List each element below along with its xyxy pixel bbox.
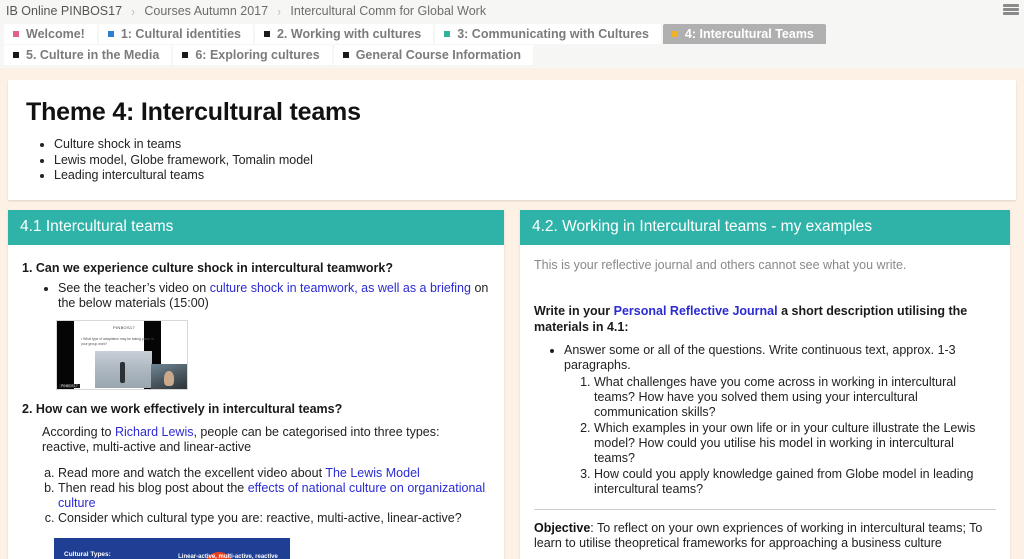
tab-working-with-cultures[interactable]: 2. Working with cultures xyxy=(254,24,434,44)
tab-communicating-with-cultures[interactable]: 3: Communicating with Cultures xyxy=(435,24,661,44)
list-item: Answer some or all of the questions. Wri… xyxy=(564,343,996,497)
list-item: Culture shock in teams xyxy=(54,137,1000,153)
section-divider xyxy=(534,508,996,510)
breadcrumb-item-root[interactable]: IB Online PINBOS17 xyxy=(6,4,122,18)
panel-4-2-header: 4.2. Working in Intercultural teams - my… xyxy=(520,209,1010,245)
video-thumbnail[interactable]: PINBOS17 • What type of adaptation may b… xyxy=(56,319,188,390)
link-personal-reflective-journal[interactable]: Personal Reflective Journal xyxy=(614,304,778,318)
bullet-text-pre: See the teacher’s video on xyxy=(58,280,210,295)
question-2-title: 2. How can we work effectively in interc… xyxy=(22,401,343,416)
list-item: Leading intercultural teams xyxy=(54,168,1000,184)
privacy-note: This is your reflective journal and othe… xyxy=(534,257,907,272)
tab-bullet-icon xyxy=(671,31,678,37)
hamburger-bar xyxy=(1003,12,1019,15)
link-the-lewis-model[interactable]: The Lewis Model xyxy=(325,466,420,480)
tab-bullet-icon xyxy=(13,31,19,37)
list-item: Then read his blog post about the effect… xyxy=(58,481,490,511)
list-item: How could you apply knowledge gained fro… xyxy=(594,467,996,497)
list-item: See the teacher’s video on culture shock… xyxy=(58,281,490,311)
lewis-model-image-wrapper[interactable]: Cultural Types: The Lewis Model Hispanic… xyxy=(54,537,490,559)
tab-label: 1: Cultural identities xyxy=(120,27,241,41)
two-column-region: 4.1 Intercultural teams 1. Can we experi… xyxy=(8,209,1016,559)
breadcrumb-bar: IB Online PINBOS17 › Courses Autumn 2017… xyxy=(0,0,1024,22)
tab-culture-in-the-media[interactable]: 5. Culture in the Media xyxy=(4,45,172,65)
breadcrumb-separator-icon: › xyxy=(131,3,135,19)
question-1-title: 1. Can we experience culture shock in in… xyxy=(22,260,393,275)
breadcrumb-item-courses[interactable]: Courses Autumn 2017 xyxy=(144,4,268,18)
tab-label: 4: Intercultural Teams xyxy=(684,27,814,41)
journal-instruction-list: Answer some or all of the questions. Wri… xyxy=(534,343,996,497)
panel-4-1-body: 1. Can we experience culture shock in in… xyxy=(8,245,504,559)
thumbnail-footer-label: PINBOS17 xyxy=(59,383,80,388)
video-thumbnail-wrapper[interactable]: PINBOS17 • What type of adaptation may b… xyxy=(56,319,490,390)
thumbnail-webcam-overlay xyxy=(151,363,187,389)
link-culture-shock-in-teamwork[interactable]: culture shock in teamwork, as well as a … xyxy=(210,281,471,295)
tab-label: 6: Exploring cultures xyxy=(195,48,320,62)
tab-label: 2. Working with cultures xyxy=(276,27,422,41)
breadcrumb-separator-icon: › xyxy=(277,3,281,19)
link-richard-lewis[interactable]: Richard Lewis xyxy=(115,425,194,439)
tab-label: 3: Communicating with Cultures xyxy=(457,27,649,41)
tab-bullet-icon xyxy=(342,52,349,58)
panel-4-2-body: This is your reflective journal and othe… xyxy=(520,245,1010,559)
list-item: Lewis model, Globe framework, Tomalin mo… xyxy=(54,153,1000,169)
tab-bullet-icon xyxy=(444,31,451,37)
thumbnail-letterbox-left xyxy=(57,320,74,389)
theme-banner-card: Theme 4: Intercultural teams Culture sho… xyxy=(8,80,1016,200)
tab-exploring-cultures[interactable]: 6: Exploring cultures xyxy=(173,45,332,65)
intro-text-pre: Write in your xyxy=(534,303,614,318)
panel-4-2: 4.2. Working in Intercultural teams - my… xyxy=(520,209,1010,559)
theme-bullet-list: Culture shock in teams Lewis model, Glob… xyxy=(28,137,1000,184)
list-item: Which examples in your own life or in yo… xyxy=(594,421,996,466)
tab-bullet-icon xyxy=(263,31,270,37)
paragraph-text-pre: According to xyxy=(42,424,115,439)
step-text-pre: Consider which cultural type you are: re… xyxy=(58,510,462,525)
tab-label: Welcome! xyxy=(26,27,85,41)
panel-4-1: 4.1 Intercultural teams 1. Can we experi… xyxy=(8,209,504,559)
hamburger-menu-icon[interactable] xyxy=(1003,4,1019,15)
lewis-model-image[interactable]: Cultural Types: The Lewis Model Hispanic… xyxy=(54,537,290,559)
breadcrumb-item-course[interactable]: Intercultural Comm for Global Work xyxy=(290,4,486,18)
thumbnail-slide-photo xyxy=(95,350,152,388)
objective-text: : To reflect on your own expriences of w… xyxy=(534,520,983,551)
tab-bullet-icon xyxy=(182,52,189,58)
objective-label: Objective xyxy=(534,520,591,535)
tab-row-1: Welcome! 1: Cultural identities 2. Worki… xyxy=(4,24,1020,44)
question-2-paragraph: According to Richard Lewis, people can b… xyxy=(42,425,490,456)
step-text-pre: Then read his blog post about the xyxy=(58,480,248,495)
step-text-pre: Read more and watch the excellent video … xyxy=(58,465,326,480)
hamburger-bar xyxy=(1003,8,1019,11)
journal-questions: What challenges have you come across in … xyxy=(564,375,996,497)
list-item: What challenges have you come across in … xyxy=(594,375,996,420)
course-tab-strip: Welcome! 1: Cultural identities 2. Worki… xyxy=(0,22,1024,68)
journal-intro: Write in your Personal Reflective Journa… xyxy=(534,303,996,335)
tab-label: General Course Information xyxy=(355,48,522,62)
tab-row-2: 5. Culture in the Media 6: Exploring cul… xyxy=(4,45,1020,65)
tab-welcome[interactable]: Welcome! xyxy=(4,24,97,44)
page-content: Theme 4: Intercultural teams Culture sho… xyxy=(0,80,1024,559)
tab-bullet-icon xyxy=(13,52,19,58)
tab-label: 5. Culture in the Media xyxy=(26,48,160,62)
panel-4-1-header: 4.1 Intercultural teams xyxy=(8,209,504,245)
lewis-caption: Linear-active, multi-active, reactive va… xyxy=(178,553,278,559)
thumbnail-slide-title: PINBOS17 xyxy=(113,324,135,330)
tab-bullet-icon xyxy=(107,31,114,37)
lewis-image-title: Cultural Types: The Lewis Model xyxy=(64,549,116,559)
objective-line: Objective: To reflect on your own exprie… xyxy=(534,521,996,552)
tab-general-course-information[interactable]: General Course Information xyxy=(333,45,534,65)
question-1-bullets: See the teacher’s video on culture shock… xyxy=(22,281,490,311)
tab-cultural-identities[interactable]: 1: Cultural identities xyxy=(98,24,253,44)
lewis-title-line-1: Cultural Types: xyxy=(64,550,111,558)
page-title: Theme 4: Intercultural teams xyxy=(26,98,361,126)
hamburger-bar xyxy=(1003,4,1019,7)
thumbnail-slide-bullet: • What type of adaptation may be taking … xyxy=(81,336,154,346)
list-item: Consider which cultural type you are: re… xyxy=(58,511,490,526)
question-2-steps: Read more and watch the excellent video … xyxy=(22,466,490,526)
tab-intercultural-teams[interactable]: 4: Intercultural Teams xyxy=(662,24,826,44)
instruction-text: Answer some or all of the questions. Wri… xyxy=(564,342,956,372)
list-item: Read more and watch the excellent video … xyxy=(58,466,490,481)
